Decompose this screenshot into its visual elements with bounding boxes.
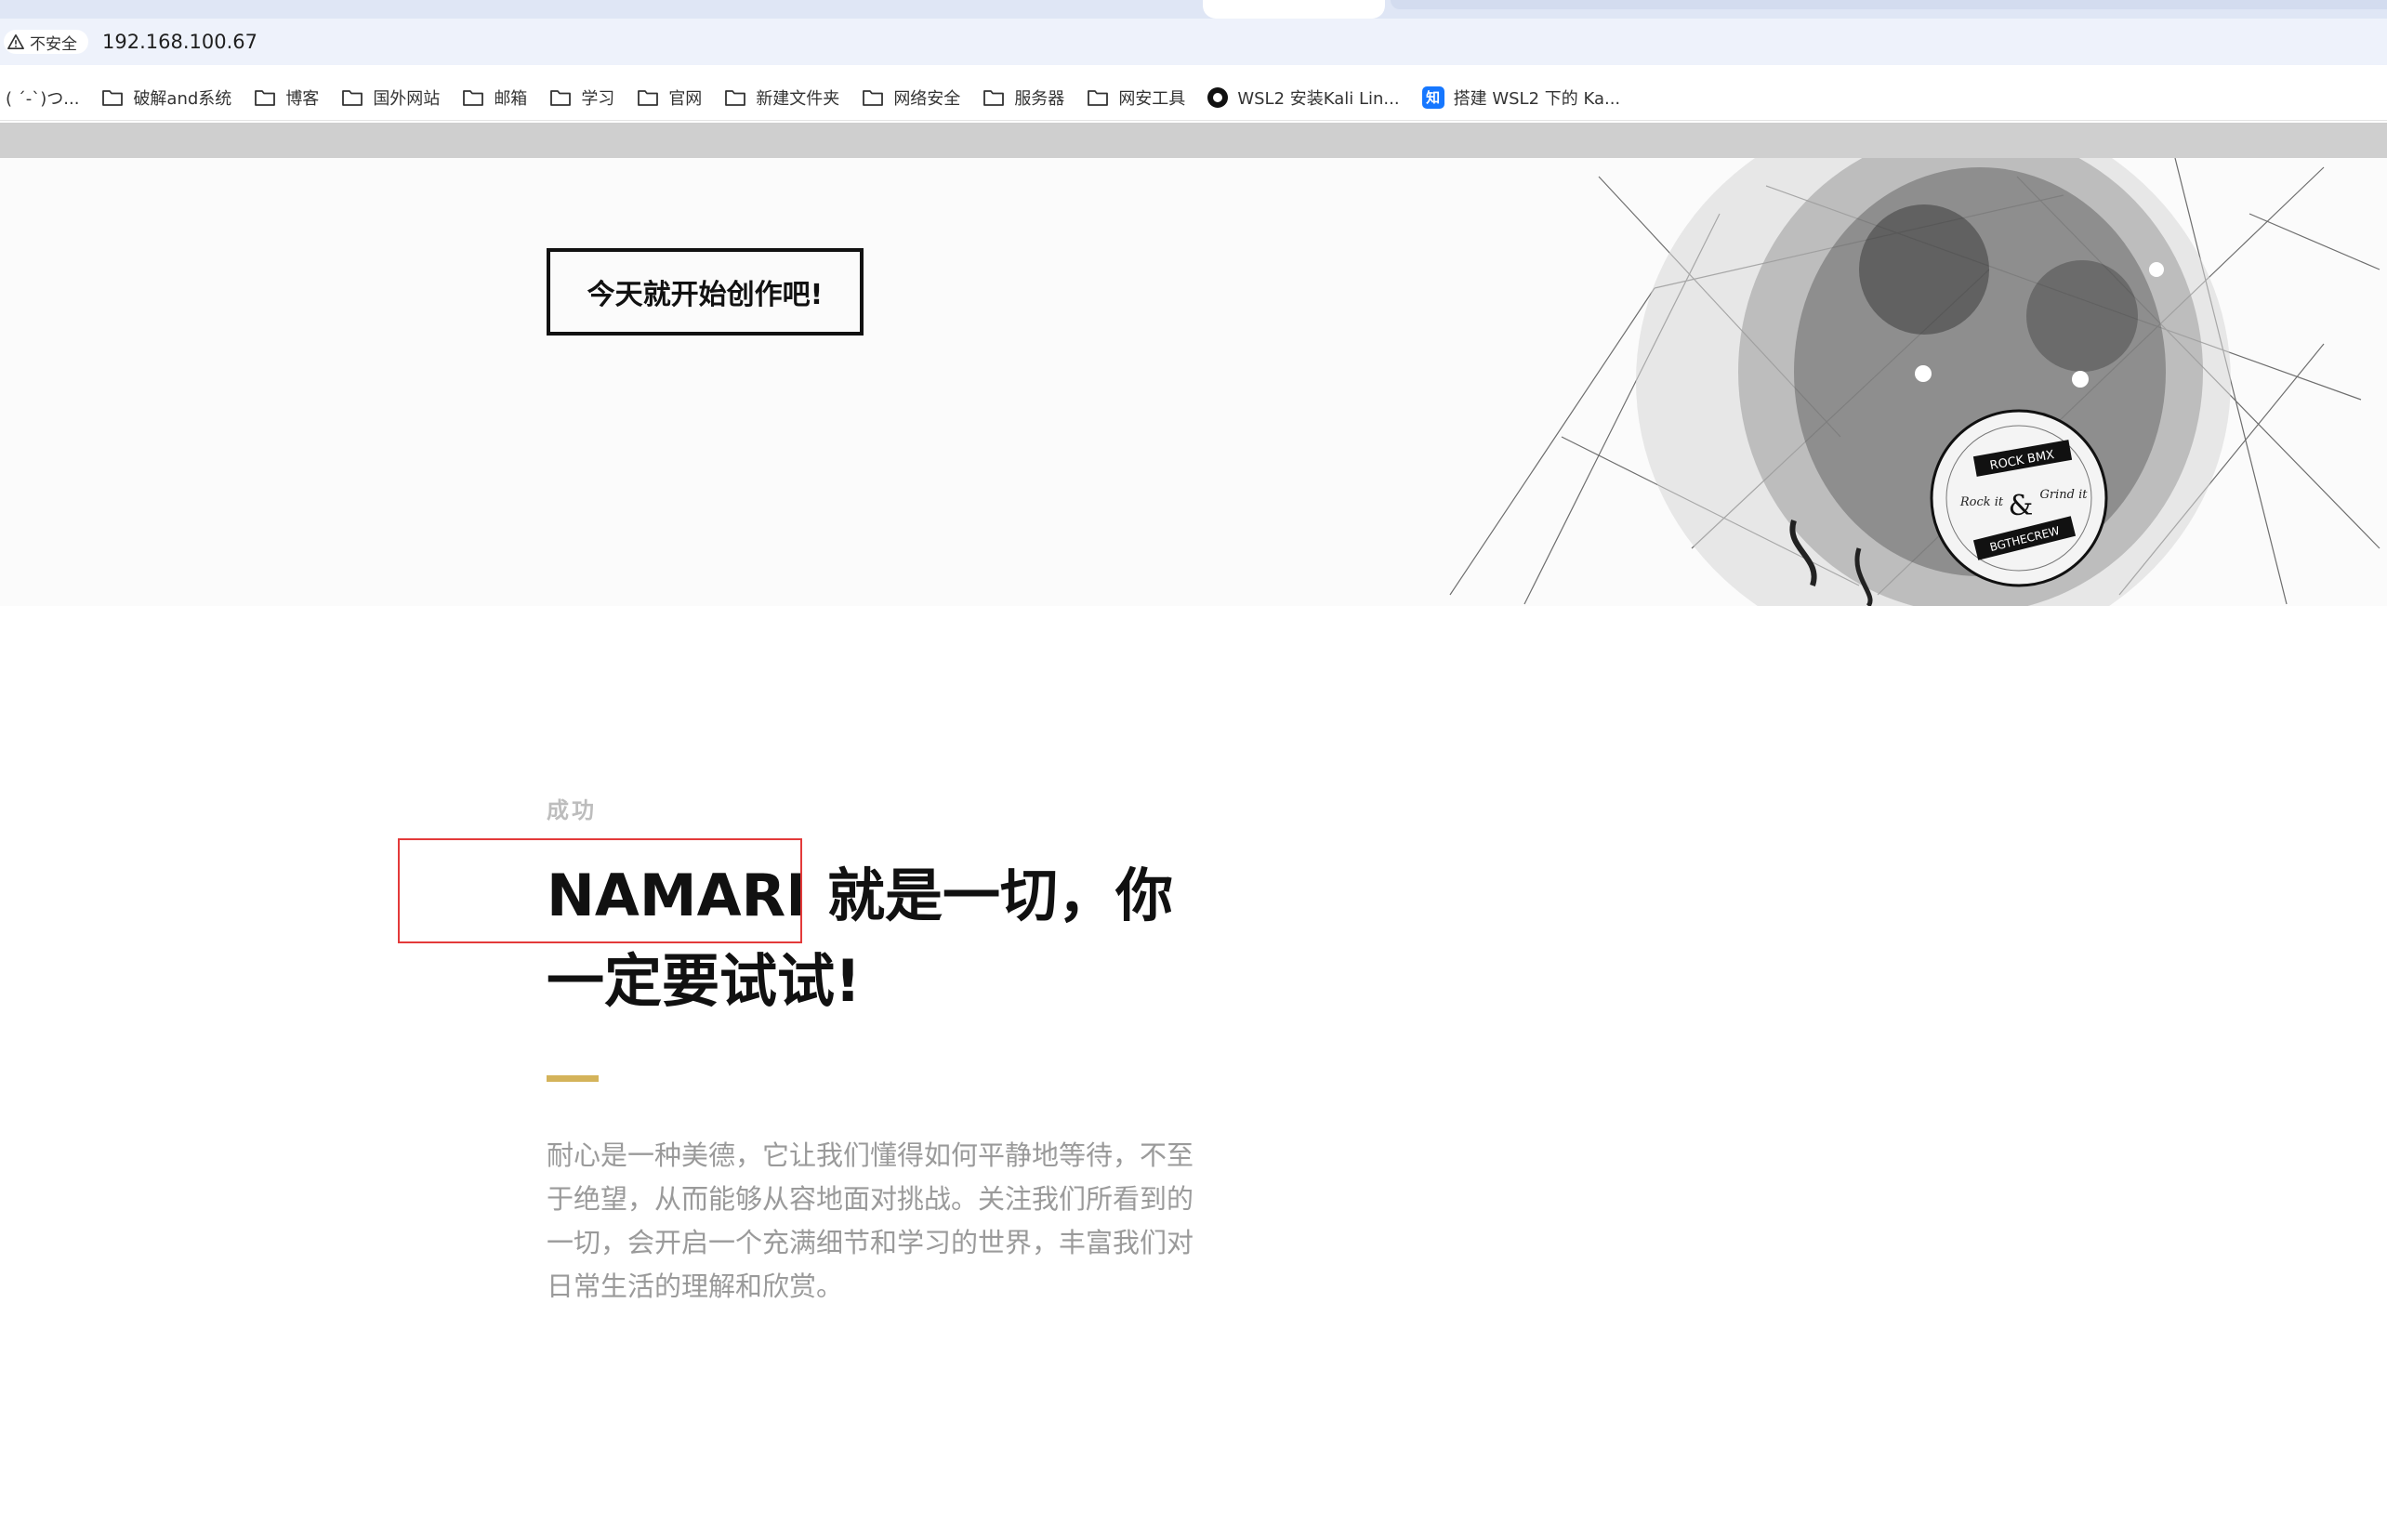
bookmark-item[interactable]: 网安工具: [1087, 86, 1185, 110]
bookmark-item[interactable]: 学习: [549, 86, 614, 110]
bookmark-item[interactable]: 破解and系统: [101, 86, 231, 110]
tab-strip: [0, 0, 2387, 19]
bookmark-item[interactable]: WSL2 安装Kali Lin...: [1207, 86, 1400, 110]
active-tab[interactable]: [1203, 0, 1385, 19]
folder-icon: [463, 89, 484, 106]
bookmark-label: 博客: [285, 88, 320, 109]
bookmark-label: 破解and系统: [133, 88, 232, 109]
sketch-text-left: Rock it: [1959, 495, 2004, 509]
folder-icon: [863, 89, 884, 106]
bookmark-item[interactable]: 知搭建 WSL2 下的 Ka...: [1421, 86, 1621, 110]
bookmark-label: 国外网站: [373, 88, 441, 109]
bookmark-item[interactable]: 博客: [254, 86, 319, 110]
bookmark-item[interactable]: 网络安全: [862, 86, 960, 110]
selection-highlight-box: [398, 838, 802, 943]
section-body-text: 耐心是一种美德，它让我们懂得如何平静地等待，不至于绝望，从而能够从容地面对挑战。…: [547, 1139, 1194, 1302]
bookmark-item[interactable]: ( ´-`)つ...: [6, 86, 79, 110]
zhihu-favicon-icon: 知: [1421, 86, 1444, 109]
folder-icon: [550, 89, 572, 106]
folder-icon: [725, 89, 746, 106]
warning-icon: [7, 33, 24, 50]
bookmark-label: 服务器: [1014, 88, 1065, 109]
folder-icon: [638, 89, 659, 106]
bookmark-item[interactable]: 服务器: [982, 86, 1064, 110]
folder-icon: [342, 89, 363, 106]
circle-favicon-icon: [1207, 86, 1229, 108]
bookmark-item[interactable]: 邮箱: [462, 86, 527, 110]
folder-icon: [255, 89, 276, 106]
bookmark-item[interactable]: 国外网站: [341, 86, 440, 110]
headline-line-2: 一定要试试!: [547, 947, 862, 1015]
bookmark-item[interactable]: 官网: [637, 86, 702, 110]
page-top-bar: [0, 123, 2387, 158]
bookmark-label: WSL2 安装Kali Lin...: [1237, 88, 1400, 109]
bookmark-label: 新建文件夹: [756, 88, 840, 109]
svg-text:&: &: [2009, 490, 2034, 522]
bookmark-label: 邮箱: [494, 88, 528, 109]
bookmark-label: 网络安全: [893, 88, 961, 109]
bookmarks-bar: ( ´-`)つ... 破解and系统 博客 国外网站 邮箱 学习 官网 新建文件夹 网络安全 服务…: [0, 74, 2387, 121]
url-text[interactable]: 192.168.100.67: [102, 30, 257, 54]
address-bar[interactable]: 不安全 192.168.100.67: [0, 19, 2387, 65]
inactive-tab[interactable]: [1391, 0, 2387, 9]
folder-icon: [983, 89, 1005, 106]
section-eyebrow: 成功: [547, 797, 597, 823]
bookmark-label: 学习: [581, 88, 615, 109]
folder-icon: [1088, 89, 1109, 106]
security-label: 不安全: [30, 34, 77, 54]
bookmark-label: 搭建 WSL2 下的 Ka...: [1453, 88, 1621, 109]
folder-icon: [102, 89, 124, 106]
hero-section: 今天就开始创作吧! ROCK BMX Rock it Grind it & BG…: [0, 158, 2387, 606]
accent-divider: [547, 1075, 599, 1082]
start-creating-button[interactable]: 今天就开始创作吧!: [547, 248, 864, 336]
bmx-sketch-illustration: ROCK BMX Rock it Grind it & BGTHECREW: [1449, 158, 2380, 606]
bookmark-item[interactable]: 新建文件夹: [724, 86, 839, 110]
bookmark-label: 官网: [668, 88, 703, 109]
bookmark-label: ( ´-`)つ...: [6, 88, 80, 109]
security-indicator[interactable]: 不安全: [4, 30, 88, 54]
bookmark-label: 网安工具: [1118, 88, 1186, 109]
sketch-text-right: Grind it: [2040, 488, 2089, 502]
